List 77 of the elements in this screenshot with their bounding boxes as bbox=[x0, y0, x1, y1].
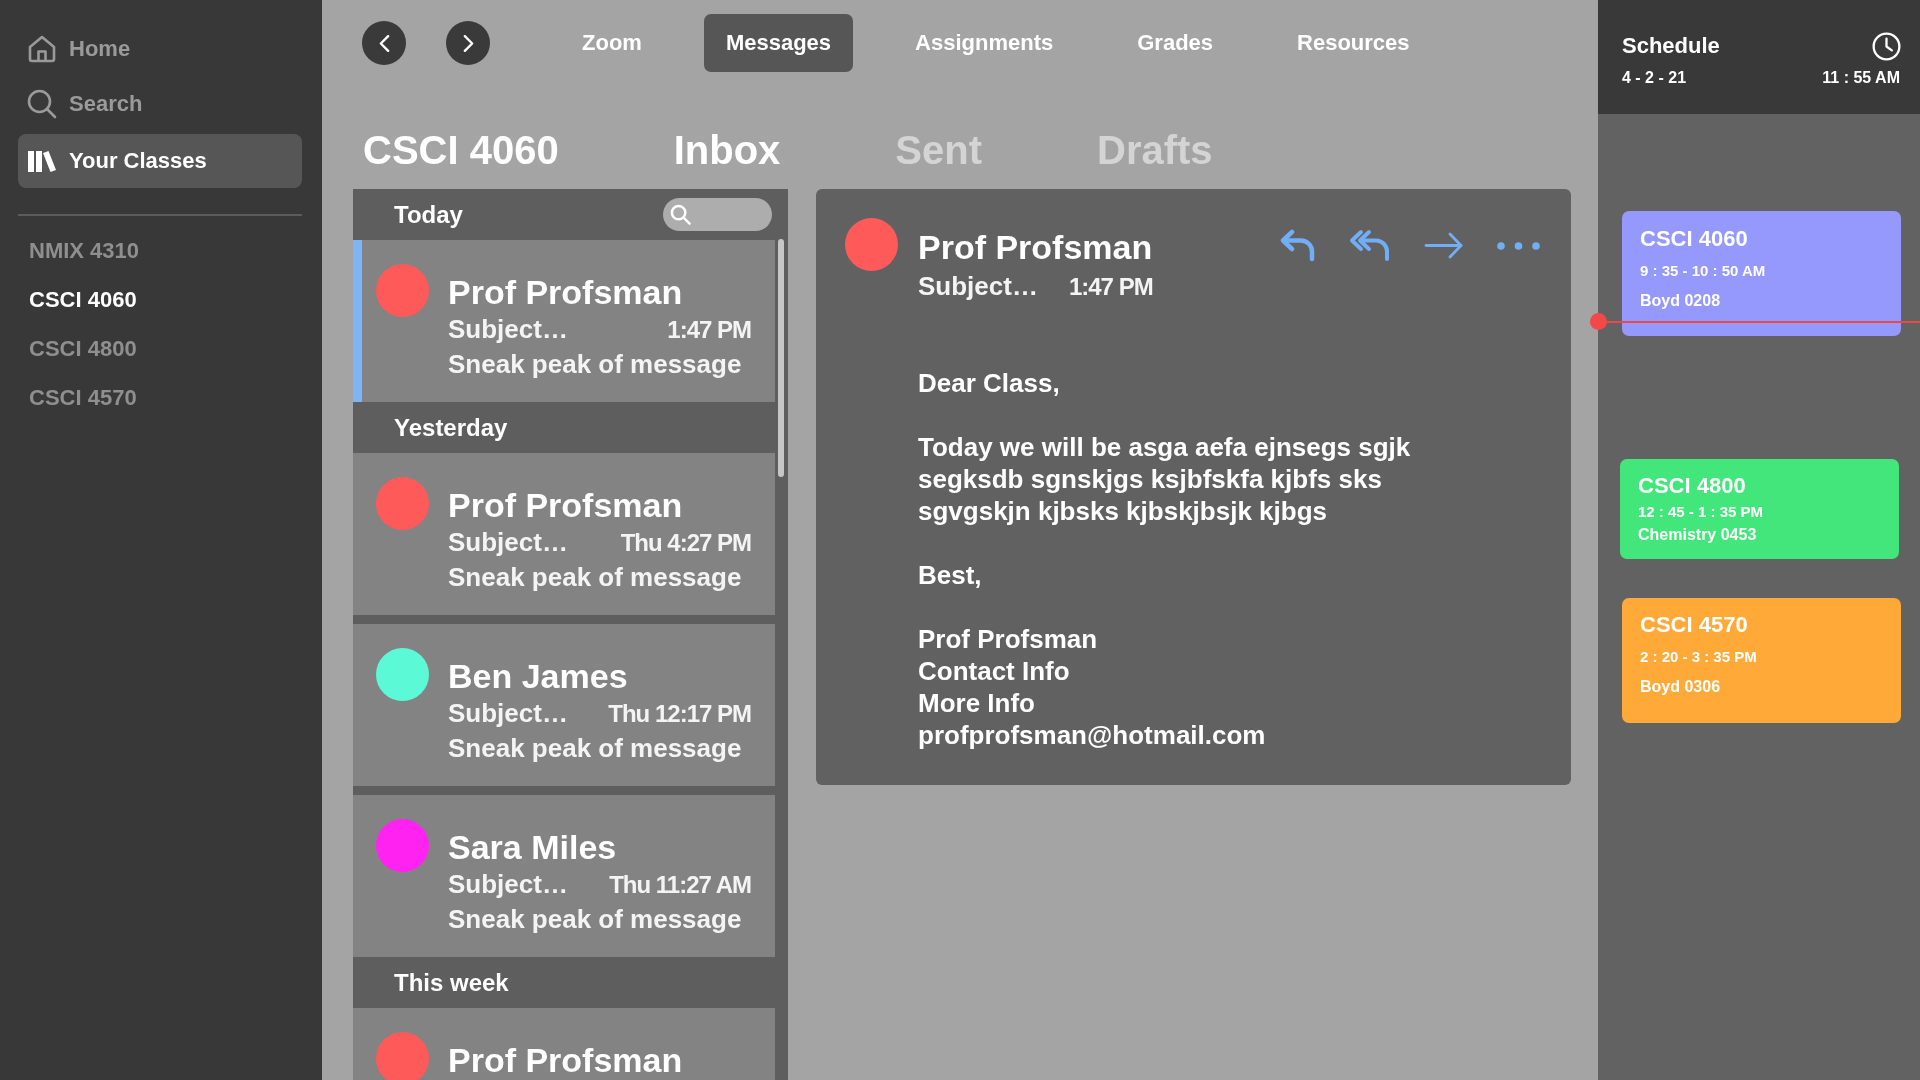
sender-name: Prof Profsman bbox=[448, 1040, 684, 1080]
sidebar-item[interactable]: CSCI 4800 bbox=[18, 324, 302, 373]
tab[interactable]: Messages bbox=[703, 14, 854, 72]
body-text: Contact Info bbox=[918, 655, 1071, 687]
folder-tab[interactable]: Inbox bbox=[673, 126, 781, 174]
event-room: Boyd 0208 bbox=[1640, 291, 1721, 311]
sender-name: Prof Profsman bbox=[918, 227, 1153, 267]
nav-item[interactable]: Home bbox=[18, 24, 302, 74]
arrow-right-icon[interactable] bbox=[1424, 232, 1463, 259]
event-room: Boyd 0306 bbox=[1640, 677, 1721, 697]
tab[interactable]: Zoom bbox=[560, 14, 664, 72]
preview-text: Sneak peak of message bbox=[448, 732, 743, 765]
date-text: 4 - 2 - 21 bbox=[1622, 69, 1687, 87]
message-item[interactable]: Ben James Subject… Thu 12:17 PM Sneak peak of message bbox=[353, 624, 775, 786]
body-text: profprofsman@hotmail.com bbox=[918, 719, 1267, 751]
subject-text: Subject… bbox=[918, 270, 1038, 303]
event-time: 2 : 20 - 3 : 35 PM bbox=[1640, 647, 1757, 667]
search-field[interactable] bbox=[663, 198, 772, 231]
scrollbar-thumb[interactable] bbox=[778, 239, 784, 477]
course-title: CSCI 4060 bbox=[363, 127, 559, 174]
sender-name: Ben James bbox=[448, 656, 629, 696]
subject-text: Subject… bbox=[448, 697, 568, 730]
time-text: 1:47 PM bbox=[667, 315, 751, 345]
chevron-left-icon bbox=[378, 33, 390, 53]
home-icon bbox=[27, 34, 57, 64]
event-title: CSCI 4060 bbox=[1640, 225, 1748, 253]
back-button[interactable] bbox=[362, 21, 406, 65]
time-text: Thu 12:17 PM bbox=[608, 699, 751, 729]
time-text: Thu 11:27 AM bbox=[609, 870, 751, 900]
body-text: Best, bbox=[918, 559, 983, 591]
event-time: 9 : 35 - 10 : 50 AM bbox=[1640, 261, 1766, 281]
event-title: CSCI 4570 bbox=[1640, 611, 1748, 639]
event-time: 12 : 45 - 1 : 35 PM bbox=[1638, 502, 1764, 522]
search-icon bbox=[27, 89, 57, 119]
preview-text: Sneak peak of message bbox=[448, 903, 743, 936]
message-item[interactable]: Prof Profsman Subject… 1:47 PM Sneak peak of message bbox=[353, 240, 775, 402]
clock-icon bbox=[1872, 31, 1901, 61]
message-item[interactable]: Sara Miles Subject… Thu 11:27 AM Sneak peak of message bbox=[353, 795, 775, 957]
search-icon bbox=[670, 204, 691, 225]
event-title: CSCI 4800 bbox=[1638, 472, 1746, 500]
nav-item[interactable]: Your Classes bbox=[18, 134, 302, 188]
body-text: Today we will be asga aefa ejnsegs sgjk segksdb sgnskjgs ksjbfskfa kjbfs sks sgvgskjn kjbsks kjbskjbsjk kjbgs bbox=[918, 431, 1412, 527]
event-card[interactable]: CSCI 4060 9 : 35 - 10 : 50 AM Boyd 0208 bbox=[1622, 211, 1901, 336]
subject-text: Subject… bbox=[448, 868, 568, 901]
subject-text: Subject… bbox=[448, 526, 568, 559]
current-time-text: 11 : 55 AM bbox=[1822, 69, 1900, 87]
group-label: This week bbox=[394, 968, 509, 997]
message-item[interactable]: Prof Profsman Subject… Thu 4:27 PM Sneak peak of message bbox=[353, 453, 775, 615]
chevron-right-icon bbox=[462, 33, 474, 53]
tab[interactable]: Resources bbox=[1275, 14, 1432, 72]
group-label: Yesterday bbox=[394, 413, 508, 442]
sender-name: Prof Profsman bbox=[448, 485, 684, 525]
tab[interactable]: Grades bbox=[1115, 14, 1236, 72]
preview-text: Sneak peak of message bbox=[448, 561, 743, 594]
event-room: Chemistry 0453 bbox=[1638, 525, 1757, 545]
message-item[interactable]: Prof Profsman bbox=[353, 1008, 775, 1080]
sidebar-item[interactable]: CSCI 4570 bbox=[18, 373, 302, 422]
body-text: Prof Profsman bbox=[918, 623, 1099, 655]
time-text: 1:47 PM bbox=[1068, 272, 1153, 302]
sidebar-item[interactable]: CSCI 4060 bbox=[18, 275, 302, 324]
sender-name: Prof Profsman bbox=[448, 272, 684, 312]
forward-button[interactable] bbox=[446, 21, 490, 65]
tab[interactable]: Assignments bbox=[893, 14, 1076, 72]
preview-text: Sneak peak of message bbox=[448, 348, 743, 381]
body-text: More Info bbox=[918, 687, 1036, 719]
group-label: Today bbox=[394, 200, 463, 229]
subject-text: Subject… bbox=[448, 313, 568, 346]
sender-name: Sara Miles bbox=[448, 827, 618, 867]
schedule-title: Schedule bbox=[1622, 33, 1720, 59]
nav-item[interactable]: Search bbox=[18, 79, 302, 129]
event-card[interactable]: CSCI 4570 2 : 20 - 3 : 35 PM Boyd 0306 bbox=[1622, 598, 1901, 723]
body-text: Dear Class, bbox=[918, 367, 1061, 399]
reply-all-icon[interactable] bbox=[1349, 229, 1390, 262]
sidebar-item[interactable]: NMIX 4310 bbox=[18, 226, 302, 275]
reply-icon[interactable] bbox=[1279, 229, 1315, 262]
time-text: Thu 4:27 PM bbox=[620, 528, 751, 558]
more-icon[interactable] bbox=[1497, 241, 1540, 250]
